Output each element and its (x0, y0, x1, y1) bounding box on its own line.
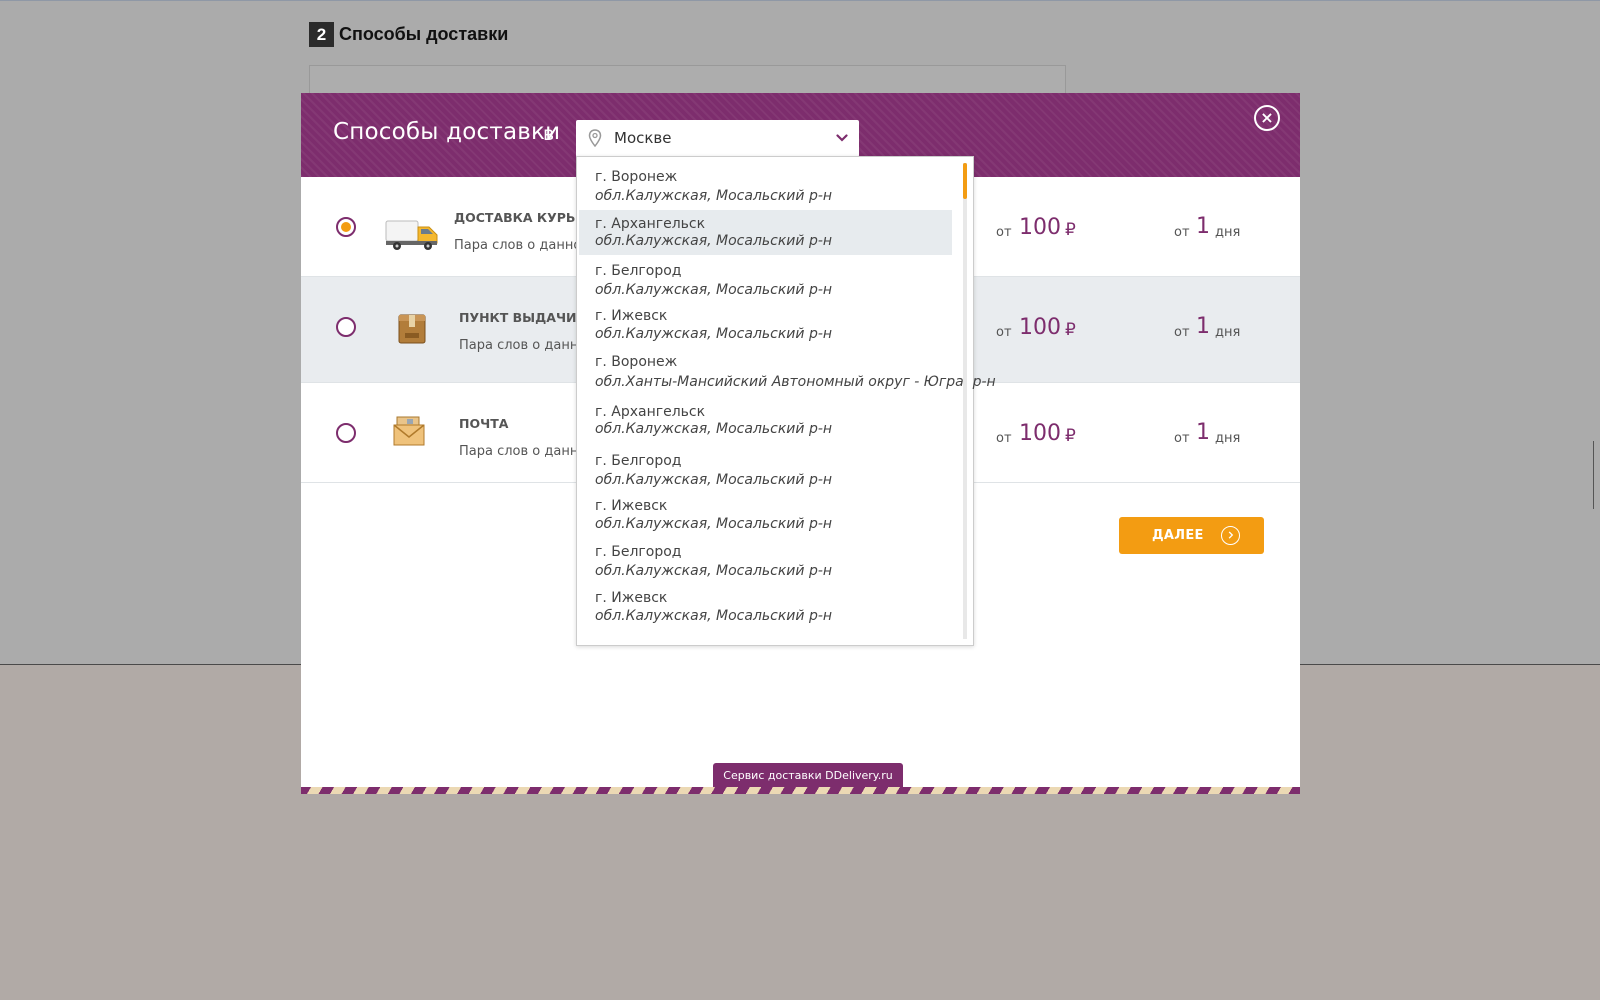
background-title: Способы доставки (339, 24, 509, 44)
price-value: 100 (1019, 315, 1061, 340)
city-select[interactable]: Москве (576, 120, 859, 157)
method-name: ПОЧТА (459, 416, 509, 431)
background-divider (1593, 441, 1594, 509)
method-description: Пара слов о данно (459, 444, 587, 459)
price-value: 100 (1019, 215, 1061, 240)
dropdown-city: г. Ижевск (595, 498, 668, 514)
dropdown-region: обл.Калужская, Мосальский р-н (595, 472, 833, 488)
dropdown-region: обл.Калужская, Мосальский р-н (595, 516, 833, 532)
city-select-value: Москве (614, 129, 672, 147)
price-prefix: от (996, 431, 1012, 446)
dropdown-region: обл.Калужская, Мосальский р-н (595, 421, 833, 437)
city-dropdown[interactable]: г. Воронеж обл.Калужская, Мосальский р-н… (576, 156, 996, 646)
days-unit: дня (1215, 431, 1241, 446)
chevron-down-icon (836, 134, 848, 142)
days-prefix: от (1174, 431, 1190, 446)
dropdown-scrollbar[interactable] (963, 163, 967, 639)
currency-symbol: ₽ (1065, 426, 1076, 446)
next-button-label: ДАЛЕЕ (1152, 528, 1204, 543)
currency-symbol: ₽ (1065, 220, 1076, 240)
dropdown-city: г. Белгород (595, 544, 682, 560)
dropdown-item[interactable]: г. Белгород обл.Калужская, Мосальский р-… (579, 541, 952, 587)
dropdown-city: г. Архангельск (595, 216, 706, 232)
radio-unselected[interactable] (336, 317, 356, 337)
dropdown-city: г. Белгород (595, 453, 682, 469)
method-name: ДОСТАВКА КУРЬЕР (454, 210, 594, 225)
map-pin-icon (588, 129, 602, 147)
days-unit: дня (1215, 325, 1241, 340)
parcel-box-icon (398, 314, 426, 344)
days-unit: дня (1215, 225, 1241, 240)
dropdown-city: г. Белгород (595, 263, 682, 279)
days-value: 1 (1196, 214, 1210, 239)
dropdown-region: обл.Калужская, Мосальский р-н (595, 188, 833, 204)
dropdown-item[interactable]: г. Архангельск обл.Калужская, Мосальский… (579, 210, 952, 255)
dropdown-region: обл.Калужская, Мосальский р-н (595, 608, 833, 624)
close-icon: × (1260, 108, 1274, 127)
radio-unselected[interactable] (336, 423, 356, 443)
dropdown-item[interactable]: г. Белгород обл.Калужская, Мосальский р-… (579, 447, 952, 495)
currency-symbol: ₽ (1065, 320, 1076, 340)
step-number: 2 (309, 22, 334, 47)
days-value: 1 (1196, 420, 1210, 445)
days-value: 1 (1196, 314, 1210, 339)
price-prefix: от (996, 225, 1012, 240)
dropdown-item[interactable]: г. Ижевск обл.Калужская, Мосальский р-н (579, 495, 952, 541)
dropdown-region: обл.Калужская, Мосальский р-н (595, 326, 833, 342)
method-description: Пара слов о данно (459, 338, 587, 353)
dropdown-scrollbar-thumb[interactable] (963, 163, 967, 199)
dropdown-city: г. Воронеж (595, 354, 678, 370)
arrow-right-circle-icon (1221, 526, 1240, 545)
days-prefix: от (1174, 325, 1190, 340)
price-prefix: от (996, 325, 1012, 340)
dropdown-city: г. Архангельск (595, 404, 706, 420)
dropdown-region: обл.Ханты-Мансийский Автономный округ - … (595, 374, 996, 390)
background-heading: 2 Способы доставки (309, 22, 508, 47)
dropdown-item[interactable]: г. Воронеж обл.Калужская, Мосальский р-н (579, 159, 952, 207)
dropdown-item[interactable]: г. Воронеж обл.Ханты-Мансийский Автономн… (579, 351, 996, 399)
modal-title: Способы доставки (333, 119, 561, 145)
mail-envelope-icon (393, 416, 425, 446)
dropdown-item[interactable]: г. Ижевск обл.Калужская, Мосальский р-н (579, 305, 952, 351)
dropdown-city: г. Ижевск (595, 590, 668, 606)
dropdown-city: г. Ижевск (595, 308, 668, 324)
next-button[interactable]: ДАЛЕЕ (1119, 517, 1264, 554)
dropdown-item[interactable]: г. Ижевск обл.Калужская, Мосальский р-н (579, 587, 952, 635)
days-prefix: от (1174, 225, 1190, 240)
dropdown-city: г. Воронеж (595, 169, 678, 185)
price-value: 100 (1019, 421, 1061, 446)
dropdown-region: обл.Калужская, Мосальский р-н (595, 233, 833, 249)
close-button[interactable]: × (1254, 105, 1280, 131)
method-description: Пара слов о данном (454, 238, 592, 253)
dropdown-item[interactable]: г. Белгород обл.Калужская, Мосальский р-… (579, 257, 952, 305)
modal-title-preposition: в (543, 123, 555, 145)
dropdown-item[interactable]: г. Архангельск обл.Калужская, Мосальский… (579, 399, 952, 447)
radio-selected[interactable] (336, 217, 356, 237)
footer-stripe (301, 787, 1300, 794)
delivery-van-icon (385, 220, 438, 250)
footer-service-link[interactable]: Сервис доставки DDelivery.ru (713, 763, 903, 788)
dropdown-region: обл.Калужская, Мосальский р-н (595, 282, 833, 298)
dropdown-region: обл.Калужская, Мосальский р-н (595, 563, 833, 579)
